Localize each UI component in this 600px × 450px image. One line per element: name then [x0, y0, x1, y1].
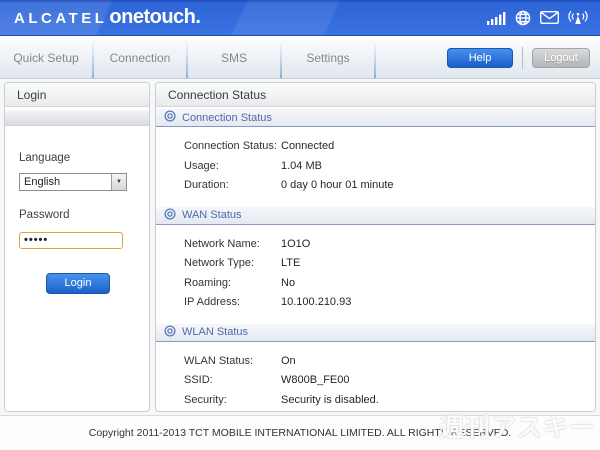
row-label: Network Type:	[184, 257, 255, 269]
row-value: 10.100.210.93	[281, 296, 352, 308]
row-value: LTE	[281, 257, 301, 269]
language-selected-value: English	[24, 176, 61, 188]
bullseye-icon	[164, 207, 176, 223]
row-label: Usage:	[184, 159, 219, 172]
status-row: Usage: 1.04 MB	[156, 157, 595, 177]
status-panel-title: Connection Status	[156, 83, 595, 107]
section-rows: Network Name: 1O1O Network Type: LTE Roami…	[156, 225, 595, 322]
section-title: Connection Status	[182, 111, 272, 124]
tab-settings[interactable]: Settings	[282, 37, 374, 78]
row-value: W800B_FE00	[281, 374, 350, 386]
login-button[interactable]: Login	[46, 272, 110, 294]
login-panel-strip	[5, 109, 149, 126]
row-label: Connection Status:	[184, 140, 277, 152]
status-row: IP Address: 10.100.210.93	[156, 293, 595, 313]
section-rows: WLAN Status: On SSID: W800B_FE00 Security:…	[156, 342, 595, 412]
brand-logo: ALCATEL onetouch .	[14, 6, 201, 29]
tab-separator	[374, 37, 376, 78]
mail-icon	[540, 11, 559, 24]
status-row: Security: Security is disabled.	[156, 391, 595, 411]
row-label: SSID:	[184, 374, 213, 386]
row-value: 1/10	[281, 410, 302, 411]
page: ALCATEL onetouch . Quick Setup Connectio…	[0, 0, 600, 449]
tab-connection[interactable]: Connection	[94, 37, 186, 78]
tab-sms[interactable]: SMS	[188, 37, 280, 78]
row-label: WLAN Status:	[184, 354, 254, 367]
row-label: Network Name:	[184, 237, 260, 250]
signal-strength-icon	[487, 11, 506, 25]
wifi-broadcast-icon	[568, 10, 588, 25]
bullseye-icon	[164, 324, 176, 340]
login-form: Language English ▼ Password Login	[5, 126, 149, 294]
password-input[interactable]	[19, 231, 123, 249]
status-icon-tray	[487, 10, 588, 26]
globe-network-icon	[515, 10, 531, 26]
status-row: Roaming: No	[156, 274, 595, 294]
row-value: Connected	[281, 140, 335, 152]
row-value: Security is disabled.	[281, 393, 379, 406]
row-value: No	[281, 276, 296, 289]
password-label: Password	[19, 209, 70, 221]
row-value: On	[281, 354, 296, 367]
brand-alcatel: ALCATEL	[14, 10, 108, 27]
help-button[interactable]: Help	[447, 47, 513, 68]
status-row: Duration: 0 day 0 hour 01 minute	[156, 176, 595, 196]
section-title: WAN Status	[182, 209, 242, 221]
language-label: Language	[19, 152, 71, 164]
status-row: Connection Status: Connected	[156, 137, 595, 157]
content-area: Login Language English ▼ Password Login …	[0, 79, 600, 412]
status-row: WLAN Status: On	[156, 352, 595, 372]
status-row: User(s):1/10	[156, 410, 595, 411]
bullseye-icon	[164, 110, 176, 125]
row-label: Duration:	[184, 179, 229, 191]
section-header-wan-status: WAN Status	[156, 206, 595, 225]
brand-dot: .	[195, 6, 201, 28]
section-header-connection-status: Connection Status	[156, 109, 595, 127]
section-header-wlan-status: WLAN Status	[156, 323, 595, 342]
brand-onetouch: onetouch	[109, 6, 196, 28]
row-label: User(s):	[184, 410, 281, 411]
main-nav: Quick Setup Connection SMS Settings Help…	[0, 36, 600, 79]
row-value: 1.04 MB	[281, 159, 322, 172]
dropdown-arrow-icon[interactable]: ▼	[111, 174, 126, 190]
language-select[interactable]: English ▼	[19, 173, 127, 191]
row-value: 0 day 0 hour 01 minute	[281, 179, 394, 191]
status-row: SSID: W800B_FE00	[156, 371, 595, 391]
nav-actions: Help Logout	[447, 37, 590, 78]
tab-quick-setup[interactable]: Quick Setup	[0, 37, 92, 78]
login-panel: Login Language English ▼ Password Login	[4, 82, 150, 412]
connection-status-panel: Connection Status Connection Status Conn…	[155, 82, 596, 412]
row-label: Security:	[184, 393, 227, 406]
row-label: IP Address:	[184, 296, 241, 308]
row-value: 1O1O	[281, 237, 311, 250]
row-label: Roaming:	[184, 276, 232, 289]
copyright-text: Copyright 2011-2013 TCT MOBILE INTERNATI…	[88, 426, 512, 439]
top-header: ALCATEL onetouch .	[0, 0, 600, 36]
footer: Copyright 2011-2013 TCT MOBILE INTERNATI…	[0, 415, 600, 449]
button-divider	[522, 46, 523, 69]
status-row: Network Name: 1O1O	[156, 235, 595, 255]
status-row: Network Type: LTE	[156, 254, 595, 274]
section-rows: Connection Status: Connected Usage: 1.04 M…	[156, 127, 595, 205]
login-panel-title: Login	[5, 83, 149, 107]
section-title: WLAN Status	[182, 326, 249, 338]
logout-button[interactable]: Logout	[532, 47, 590, 68]
